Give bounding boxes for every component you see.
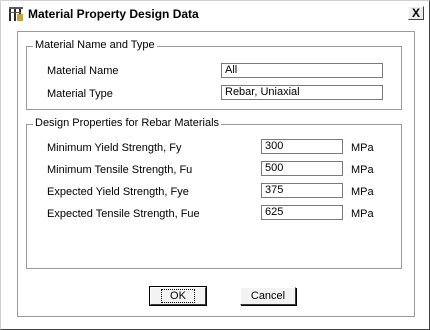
fy-label: Minimum Yield Strength, Fy — [47, 142, 182, 154]
material-name-type-group: Material Name and Type Material Name All… — [26, 39, 402, 110]
ok-button[interactable]: OK — [149, 286, 207, 306]
window-title: Material Property Design Data — [28, 7, 199, 21]
fye-field[interactable]: 375 — [261, 183, 343, 198]
close-icon: X — [411, 6, 420, 20]
material-name-field[interactable]: All — [221, 63, 383, 78]
fu-label: Minimum Tensile Strength, Fu — [47, 164, 193, 176]
fye-label: Expected Yield Strength, Fye — [47, 186, 189, 198]
dialog-window: Material Property Design Data X Material… — [0, 0, 430, 330]
fy-unit: MPa — [351, 142, 374, 154]
material-type-label: Material Type — [47, 88, 113, 100]
ok-button-label: OK — [161, 289, 195, 303]
fu-field[interactable]: 500 — [261, 161, 343, 176]
group-title: Material Name and Type — [33, 39, 157, 51]
dialog-client-area: Material Name and Type Material Name All… — [17, 31, 415, 317]
cancel-button[interactable]: Cancel — [240, 287, 296, 305]
fu-unit: MPa — [351, 164, 374, 176]
fue-label: Expected Tensile Strength, Fue — [47, 208, 200, 220]
fue-unit: MPa — [351, 208, 374, 220]
fue-field[interactable]: 625 — [261, 205, 343, 220]
structure-app-icon — [8, 6, 24, 22]
close-button[interactable]: X — [408, 6, 424, 20]
title-bar[interactable]: Material Property Design Data X — [3, 3, 427, 25]
material-type-field[interactable]: Rebar, Uniaxial — [221, 85, 383, 100]
material-name-label: Material Name — [47, 65, 119, 77]
rebar-design-group: Design Properties for Rebar Materials Mi… — [26, 117, 402, 269]
fy-field[interactable]: 300 — [261, 139, 343, 154]
fye-unit: MPa — [351, 186, 374, 198]
group-title: Design Properties for Rebar Materials — [33, 117, 222, 129]
